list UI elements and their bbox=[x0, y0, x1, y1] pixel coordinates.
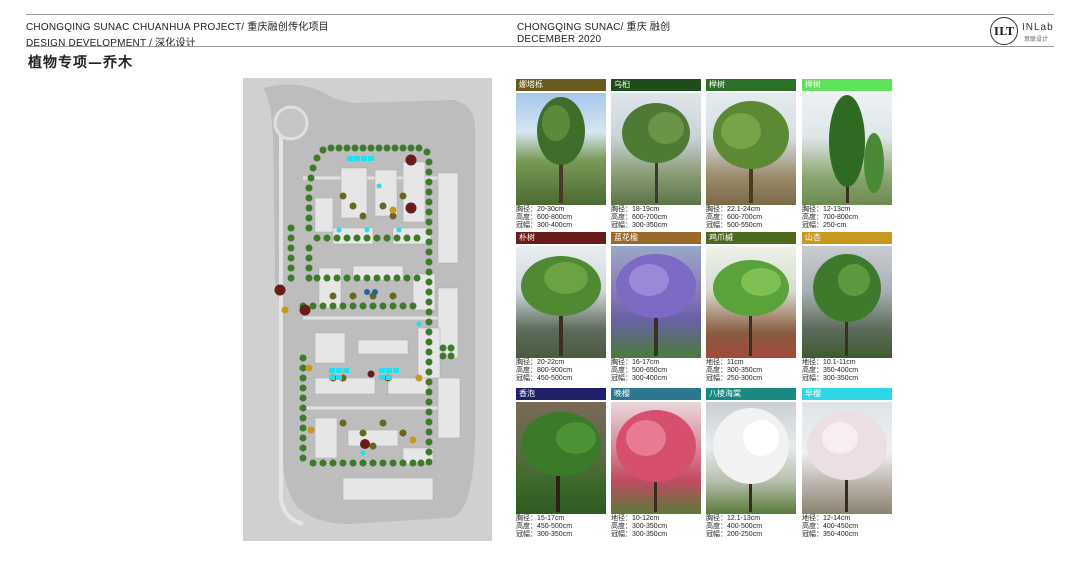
tree-photo-icon bbox=[622, 103, 690, 203]
tree-card: 蓝花楹 胸径：16-17cm 高度：500-650cm 冠幅：300-400cm bbox=[611, 232, 701, 383]
tree-card: 香泡 胸径：15-17cm 高度：450-500cm 冠幅：300-350cm bbox=[516, 388, 606, 539]
tree-photo bbox=[706, 93, 796, 205]
trunk-diameter: 胸径：15-17cm bbox=[516, 515, 565, 522]
trunk-diameter: 胸径：18-19cm bbox=[611, 206, 660, 213]
tree-photo-icon bbox=[829, 95, 884, 203]
tree-photo bbox=[516, 246, 606, 358]
trunk-diameter: 胸径：12.1-13cm bbox=[706, 515, 761, 522]
crown-width: 冠幅：500-550cm bbox=[706, 222, 763, 229]
trunk-diameter: 地径：10.1-11cm bbox=[802, 359, 856, 366]
site-plan-drawing bbox=[243, 78, 492, 541]
tree-name: 朴树 bbox=[516, 232, 606, 244]
tree-name: 山杏 bbox=[802, 232, 892, 244]
tree-name: 娜塔栎 bbox=[516, 79, 606, 91]
tree-name: 八棱海棠 bbox=[706, 388, 796, 400]
tree-name: 早樱 bbox=[802, 388, 892, 400]
tree-card: 山杏 地径：10.1-11cm 高度：350-400cm 冠幅：300-350cm bbox=[802, 232, 892, 383]
header-rule bbox=[26, 46, 1054, 47]
trunk-diameter: 地径：11cm bbox=[706, 359, 744, 366]
crown-width: 冠幅：300-350cm bbox=[516, 531, 573, 538]
crown-width: 冠幅：450-500cm bbox=[516, 375, 573, 382]
logo-name: INLab bbox=[1022, 22, 1054, 33]
inlab-logo-icon: ILT bbox=[990, 17, 1018, 45]
tree-photo-icon bbox=[713, 260, 789, 356]
trunk-diameter: 地径：10-12cm bbox=[611, 515, 660, 522]
tree-photo-icon bbox=[813, 254, 881, 356]
date-label: DECEMBER 2020 bbox=[517, 34, 602, 45]
tree-photo bbox=[706, 246, 796, 358]
tree-height: 高度：600-700cm bbox=[706, 214, 763, 221]
tree-card: 乌桕 胸径：18-19cm 高度：600-700cm 冠幅：300-350cm bbox=[611, 79, 701, 230]
tree-height: 高度：400-500cm bbox=[706, 523, 763, 530]
tree-photo bbox=[611, 93, 701, 205]
tree-height: 高度：600-700cm bbox=[611, 214, 668, 221]
tree-card: 榉树 胸径：22.1-24cm 高度：600-700cm 冠幅：500-550cm bbox=[706, 79, 796, 230]
tree-photo-icon bbox=[713, 408, 789, 512]
tree-photo bbox=[706, 402, 796, 514]
tree-height: 高度：450-500cm bbox=[516, 523, 573, 530]
trunk-diameter: 胸径：16-17cm bbox=[611, 359, 660, 366]
trunk-diameter: 胸径：20-22cm bbox=[516, 359, 565, 366]
tree-name: 乌桕 bbox=[611, 79, 701, 91]
tree-height: 高度：500-650cm bbox=[611, 367, 668, 374]
tree-photo-icon bbox=[537, 97, 585, 203]
tree-name: 蓝花楹 bbox=[611, 232, 701, 244]
crown-width: 冠幅：250-cm bbox=[802, 222, 847, 229]
tree-height: 高度：350-400cm bbox=[802, 367, 859, 374]
tree-photo bbox=[802, 402, 892, 514]
top-rule bbox=[26, 14, 1054, 15]
logo-subtitle: 意联设计 bbox=[1024, 37, 1049, 43]
tree-height: 高度：600-800cm bbox=[516, 214, 573, 221]
tree-photo bbox=[611, 246, 701, 358]
crown-width: 冠幅：200-250cm bbox=[706, 531, 763, 538]
trunk-diameter: 胸径：22.1-24cm bbox=[706, 206, 761, 213]
tree-photo-icon bbox=[521, 256, 601, 356]
project-title: CHONGQING SUNAC CHUANHUA PROJECT/ 重庆融创传化… bbox=[26, 22, 329, 33]
tree-photo-icon bbox=[521, 412, 601, 512]
crown-width: 冠幅：250-300cm bbox=[706, 375, 763, 382]
tree-photo bbox=[802, 93, 892, 205]
tree-card: 八棱海棠 胸径：12.1-13cm 高度：400-500cm 冠幅：200-250c… bbox=[706, 388, 796, 539]
tree-card: 榉树 胸径：12-13cm 高度：700-800cm 冠幅：250-cm bbox=[802, 79, 892, 230]
crown-width: 冠幅：350-400cm bbox=[802, 531, 859, 538]
crown-width: 冠幅：300-400cm bbox=[611, 375, 668, 382]
crown-width: 冠幅：300-400cm bbox=[516, 222, 573, 229]
crown-width: 冠幅：300-350cm bbox=[611, 531, 668, 538]
tree-height: 高度：800-900cm bbox=[516, 367, 573, 374]
site-plan bbox=[243, 78, 492, 541]
tree-photo bbox=[611, 402, 701, 514]
tree-card: 朴树 胸径：20-22cm 高度：800-900cm 冠幅：450-500cm bbox=[516, 232, 606, 383]
tree-photo bbox=[516, 93, 606, 205]
tree-photo bbox=[802, 246, 892, 358]
tree-height: 高度：400-450cm bbox=[802, 523, 859, 530]
tree-name: 香泡 bbox=[516, 388, 606, 400]
tree-name: 榉树 bbox=[802, 79, 892, 91]
trunk-diameter: 地径：12-14cm bbox=[802, 515, 851, 522]
tree-height: 高度：300-350cm bbox=[706, 367, 763, 374]
tree-card: 鸡爪槭 地径：11cm 高度：300-350cm 冠幅：250-300cm bbox=[706, 232, 796, 383]
trunk-diameter: 胸径：12-13cm bbox=[802, 206, 851, 213]
tree-photo-icon bbox=[713, 101, 789, 203]
trunk-diameter: 胸径：20-30cm bbox=[516, 206, 565, 213]
page-title: 植物专项—乔木 bbox=[28, 55, 133, 71]
tree-name: 鸡爪槭 bbox=[706, 232, 796, 244]
tree-card: 娜塔栎 胸径：20-30cm 高度：600-800cm 冠幅：300-400cm bbox=[516, 79, 606, 230]
crown-width: 冠幅：300-350cm bbox=[802, 375, 859, 382]
tree-photo-icon bbox=[807, 412, 887, 512]
client-label: CHONGQING SUNAC/ 重庆 融创 bbox=[517, 22, 671, 33]
crown-width: 冠幅：300-350cm bbox=[611, 222, 668, 229]
tree-name: 晚樱 bbox=[611, 388, 701, 400]
tree-height: 高度：300-350cm bbox=[611, 523, 668, 530]
tree-height: 高度：700-800cm bbox=[802, 214, 859, 221]
tree-photo-icon bbox=[616, 254, 696, 356]
tree-name: 榉树 bbox=[706, 79, 796, 91]
tree-photo-icon bbox=[616, 410, 696, 512]
tree-card: 晚樱 地径：10-12cm 高度：300-350cm 冠幅：300-350cm bbox=[611, 388, 701, 539]
tree-photo bbox=[516, 402, 606, 514]
tree-card: 早樱 地径：12-14cm 高度：400-450cm 冠幅：350-400cm bbox=[802, 388, 892, 539]
